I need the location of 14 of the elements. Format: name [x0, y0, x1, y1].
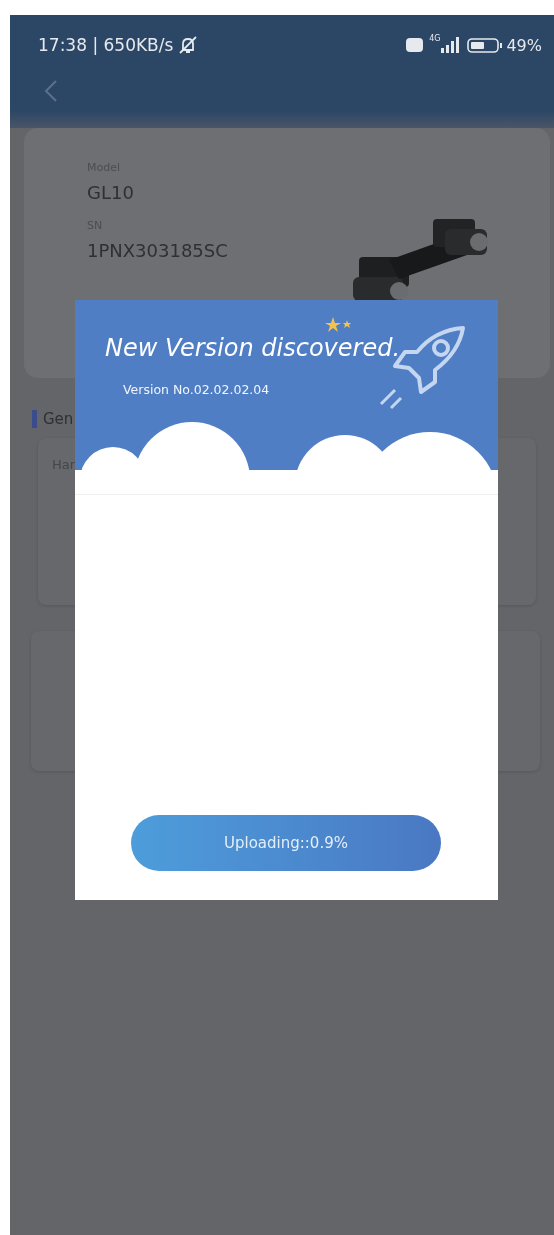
version-number: Version No.02.02.02.04: [123, 382, 270, 397]
dialog-title: New Version discovered.: [105, 334, 401, 362]
battery-percent: 49%: [506, 35, 542, 55]
signal-icon: [441, 37, 460, 53]
sn-value: 1PNX303185SC: [87, 240, 228, 261]
back-icon[interactable]: [44, 79, 58, 103]
status-time: 17:38 | 650KB/s: [38, 35, 174, 55]
network-type: 4G: [429, 34, 441, 43]
battery-icon: [467, 37, 504, 53]
upload-progress-button[interactable]: Uploading::0.9%: [131, 815, 441, 871]
section-marker: [32, 410, 37, 428]
muted-bell-icon: [177, 35, 200, 55]
model-value: GL10: [87, 182, 135, 203]
stars-icon: [325, 317, 353, 333]
